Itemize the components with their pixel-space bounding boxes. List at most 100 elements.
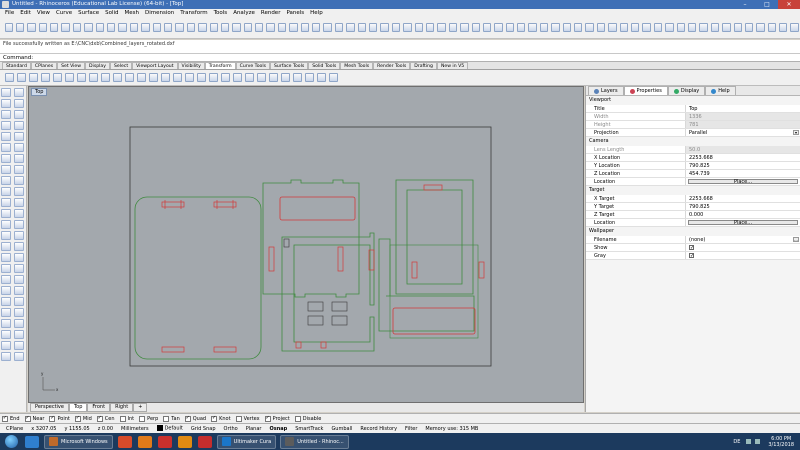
left-palette-tool-icon[interactable] [1, 209, 11, 218]
osnap-int[interactable]: Int [119, 415, 134, 422]
status-toggle-record-history[interactable]: Record History [356, 426, 401, 432]
status-toggle-osnap[interactable]: Osnap [265, 426, 291, 432]
tray-network-icon[interactable] [746, 439, 752, 444]
left-palette-tool-icon[interactable] [1, 264, 11, 273]
transform-toolbar-tool-icon[interactable] [280, 73, 290, 82]
main-toolbar-tool-icon[interactable] [756, 23, 765, 32]
osnap-checkbox[interactable]: ✓ [2, 415, 8, 422]
status-toggle-filter[interactable]: Filter [401, 426, 421, 432]
property-value[interactable]: 454.739 [686, 170, 800, 177]
left-palette-tool-icon[interactable] [14, 165, 24, 174]
main-toolbar-tool-icon[interactable] [574, 23, 583, 32]
tab-solid-tools[interactable]: Solid Tools [308, 62, 341, 69]
osnap-near[interactable]: ✓ Near [24, 415, 44, 422]
osnap-quad[interactable]: ✓ Quad [184, 415, 206, 422]
left-palette-tool-icon[interactable] [1, 99, 11, 108]
left-palette-tool-icon[interactable] [1, 352, 11, 361]
property-value[interactable]: 2253.668 [686, 154, 800, 161]
left-palette-tool-icon[interactable] [1, 242, 11, 251]
tray-volume-icon[interactable] [755, 439, 761, 444]
main-toolbar-tool-icon[interactable] [175, 23, 184, 32]
main-toolbar-tool-icon[interactable] [722, 23, 731, 32]
main-toolbar-tool-icon[interactable] [391, 23, 401, 32]
left-palette-tool-icon[interactable] [14, 275, 24, 284]
main-toolbar-tool-icon[interactable] [710, 23, 720, 32]
property-checkbox[interactable]: ✓ [686, 252, 800, 259]
property-value[interactable]: 0.000 [686, 211, 800, 218]
left-palette-tool-icon[interactable] [14, 209, 24, 218]
left-palette-tool-icon[interactable] [14, 176, 24, 185]
main-toolbar-tool-icon[interactable] [482, 23, 492, 32]
close-button[interactable]: ✕ [778, 0, 800, 9]
main-toolbar-tool-icon[interactable] [653, 23, 663, 32]
main-toolbar-tool-icon[interactable] [699, 23, 708, 32]
left-palette-tool-icon[interactable] [14, 341, 24, 350]
main-toolbar-tool-icon[interactable] [266, 23, 275, 32]
tab-drafting[interactable]: Drafting [410, 62, 437, 69]
left-palette-tool-icon[interactable] [1, 187, 11, 196]
osnap-perp[interactable]: Perp [139, 415, 158, 422]
osnap-checkbox[interactable]: ✓ [74, 415, 81, 422]
main-toolbar-tool-icon[interactable] [630, 23, 640, 32]
clock[interactable]: 6:00 PM 3/13/2018 [762, 436, 800, 448]
tab-new-in-v5[interactable]: New in V5 [436, 62, 469, 69]
viewport-tab-front[interactable]: Front [87, 403, 111, 412]
left-palette-tool-icon[interactable] [1, 132, 11, 141]
main-toolbar-tool-icon[interactable] [779, 23, 788, 32]
main-toolbar-tool-icon[interactable] [163, 23, 173, 32]
left-palette-tool-icon[interactable] [1, 319, 11, 328]
transform-toolbar-tool-icon[interactable] [208, 73, 218, 82]
menu-surface[interactable]: Surface [75, 9, 102, 17]
tab-curve-tools[interactable]: Curve Tools [235, 62, 270, 69]
transform-toolbar-tool-icon[interactable] [124, 73, 134, 82]
left-palette-tool-icon[interactable] [14, 143, 24, 152]
main-toolbar-tool-icon[interactable] [27, 23, 36, 32]
main-toolbar-tool-icon[interactable] [357, 23, 366, 32]
osnap-checkbox[interactable]: ✓ [184, 415, 191, 422]
main-toolbar-tool-icon[interactable] [107, 23, 116, 32]
acrobat-icon[interactable] [157, 435, 172, 448]
main-toolbar-tool-icon[interactable] [334, 23, 344, 32]
command-input[interactable] [36, 54, 800, 61]
transform-toolbar-tool-icon[interactable] [316, 73, 326, 82]
osnap-checkbox[interactable] [119, 415, 126, 422]
panel-tab-display[interactable]: Display [667, 86, 706, 95]
osnap-tan[interactable]: Tan [163, 415, 180, 422]
main-toolbar-tool-icon[interactable] [562, 23, 572, 32]
main-toolbar-tool-icon[interactable] [118, 23, 127, 32]
main-toolbar-tool-icon[interactable] [152, 23, 161, 32]
osnap-disable[interactable]: Disable [294, 415, 321, 422]
panel-tab-properties[interactable]: Properties [623, 86, 668, 95]
left-palette-tool-icon[interactable] [1, 286, 11, 295]
transform-toolbar-tool-icon[interactable] [40, 73, 50, 82]
left-palette-tool-icon[interactable] [14, 154, 24, 163]
transform-toolbar-tool-icon[interactable] [112, 73, 122, 82]
viewport-tab-right[interactable]: Right [110, 403, 134, 412]
property-value[interactable]: 50.0 [686, 146, 800, 153]
rhino-app-icon[interactable] [2, 1, 9, 8]
main-toolbar-tool-icon[interactable] [425, 23, 435, 32]
tab-cplanes[interactable]: CPlanes [30, 62, 58, 69]
left-palette-tool-icon[interactable] [14, 253, 24, 262]
top-viewport[interactable]: Top x y [28, 86, 584, 403]
transform-toolbar-tool-icon[interactable] [196, 73, 206, 82]
main-toolbar-tool-icon[interactable] [323, 23, 332, 32]
left-palette-tool-icon[interactable] [1, 121, 11, 130]
main-toolbar-tool-icon[interactable] [38, 23, 48, 32]
menu-dimension[interactable]: Dimension [142, 9, 177, 17]
main-toolbar-tool-icon[interactable] [642, 23, 651, 32]
tab-render-tools[interactable]: Render Tools [373, 62, 411, 69]
property-value[interactable]: 1336 [686, 113, 800, 120]
osnap-checkbox[interactable]: ✓ [49, 415, 56, 422]
language-indicator[interactable]: DE [729, 439, 744, 445]
main-toolbar-tool-icon[interactable] [676, 23, 685, 32]
place-button-label[interactable]: Place... [688, 220, 798, 226]
menu-tools[interactable]: Tools [211, 9, 231, 17]
main-toolbar-tool-icon[interactable] [255, 23, 264, 32]
menu-view[interactable]: View [34, 9, 53, 17]
tab-set-view[interactable]: Set View [57, 62, 86, 69]
status-cplane[interactable]: CPlane [2, 426, 27, 432]
left-palette-tool-icon[interactable] [1, 165, 11, 174]
left-palette-tool-icon[interactable] [14, 132, 24, 141]
left-palette-tool-icon[interactable] [14, 330, 24, 339]
